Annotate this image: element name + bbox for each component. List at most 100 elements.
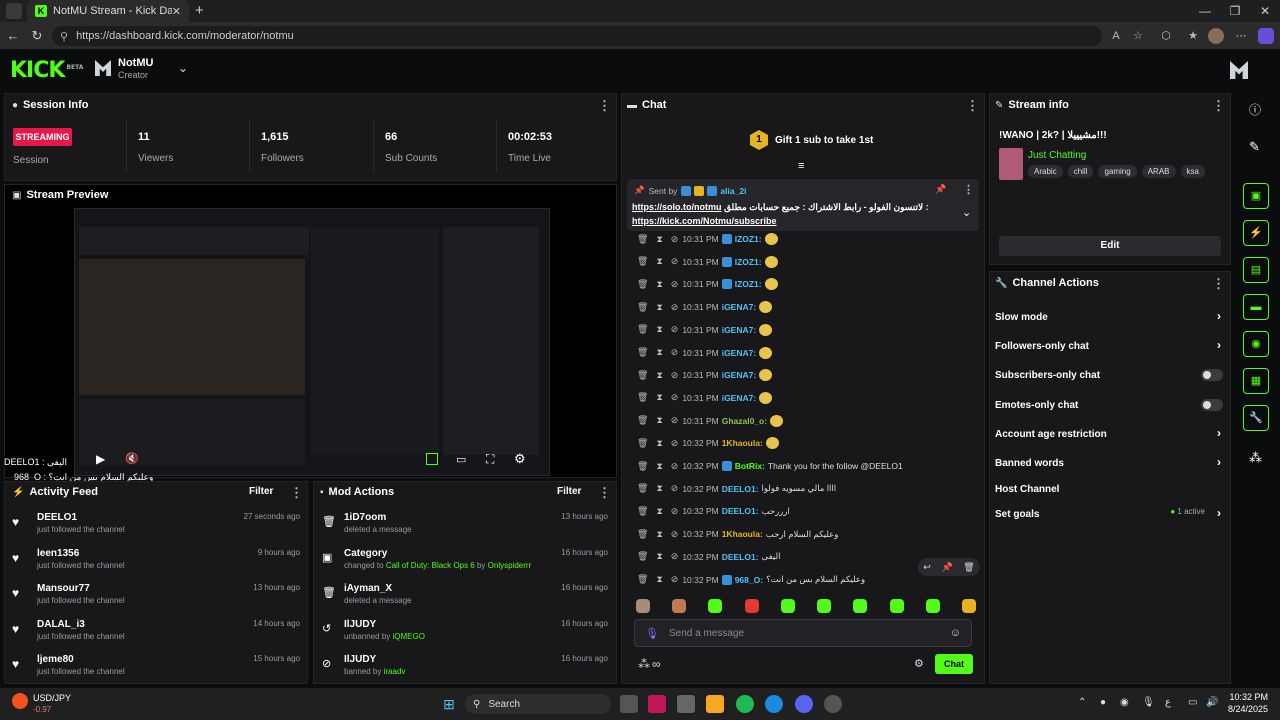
emoji-picker-icon[interactable]: ☺ (950, 627, 961, 639)
back-icon[interactable]: ← (4, 27, 22, 45)
stream-tag[interactable]: gaming (1098, 165, 1137, 178)
channel-actions-menu-icon[interactable]: ⋮ (1212, 276, 1225, 292)
browser-tab[interactable]: K NotMU Stream - Kick Dashboard ✕ (27, 0, 189, 22)
favorites-icon[interactable]: ★ (1185, 28, 1201, 44)
channel-switch-chevron-icon[interactable]: ⌄ (178, 61, 188, 75)
emote-icon[interactable] (672, 599, 687, 613)
stream-tag[interactable]: ARAB (1141, 165, 1176, 178)
delete-icon[interactable]: 🗑 (637, 574, 648, 585)
mod-action-item[interactable]: ↺ IlJUDY unbanned by iQMEGO 16 hours ago (322, 619, 608, 651)
activity-item[interactable]: ♥ ljeme80 just followed the channel 15 hour… (12, 654, 300, 680)
stream-tag[interactable]: ksa (1180, 165, 1205, 178)
send-chat-button[interactable]: Chat (935, 654, 973, 674)
app-icon-gray[interactable] (824, 695, 842, 713)
refresh-icon[interactable]: ↻ (28, 27, 46, 45)
channel-action-item[interactable]: Host Channel (995, 478, 1225, 500)
sidebar-lightning-icon[interactable]: ⚡ (1243, 220, 1269, 246)
channel-action-item[interactable]: Emotes-only chat (995, 394, 1225, 416)
stream-tag[interactable]: chill (1067, 165, 1094, 178)
channel-action-item[interactable]: Slow mode › (995, 306, 1225, 328)
channel-action-item[interactable]: Account age restriction › (995, 423, 1225, 445)
chevron-right-icon[interactable]: › (1217, 455, 1221, 469)
weather-widget-icon[interactable] (12, 693, 28, 709)
extensions-icon[interactable]: ⬡ (1158, 28, 1174, 44)
channel-action-item[interactable]: Banned words › (995, 452, 1225, 474)
delete-icon[interactable]: 🗑 (637, 279, 648, 290)
close-window-icon[interactable]: ✕ (1250, 2, 1280, 20)
ban-icon[interactable]: ⊘ (671, 574, 679, 585)
emote-icon[interactable] (889, 599, 904, 613)
chevron-right-icon[interactable]: › (1217, 426, 1221, 440)
stream-tag[interactable]: Arabic (1028, 165, 1063, 178)
timeout-icon[interactable]: ⧗ (656, 256, 662, 267)
minimize-icon[interactable]: — (1190, 2, 1220, 20)
chat-settings-icon[interactable]: ⚙ (914, 657, 924, 670)
new-tab-icon[interactable]: + (195, 2, 211, 20)
sidebar-apps-icon[interactable]: ⁂ (1249, 450, 1262, 466)
pinned-menu-icon[interactable]: ⋮ (963, 183, 974, 196)
profile-avatar[interactable] (1208, 28, 1224, 44)
channel-action-item[interactable]: Followers-only chat › (995, 335, 1225, 357)
chat-input[interactable]: 🎙 Send a message ☺ (634, 619, 972, 647)
unpin-icon[interactable]: 📌 (935, 184, 946, 195)
ban-icon[interactable]: ⊘ (671, 551, 679, 562)
chat-tools-icon[interactable]: ⁂ (638, 657, 650, 671)
emote-icon[interactable] (780, 599, 795, 613)
timeout-icon[interactable]: ⧗ (656, 551, 662, 562)
chevron-right-icon[interactable]: › (1217, 506, 1221, 520)
spotify-icon[interactable] (736, 695, 754, 713)
timeout-icon[interactable]: ⧗ (656, 574, 662, 585)
microphone-icon[interactable]: 🎙 (645, 627, 659, 640)
pin-message-icon[interactable]: 📌 (941, 562, 952, 573)
app-icon-red[interactable] (648, 695, 666, 713)
emote-icon[interactable] (636, 599, 650, 613)
discord-icon[interactable] (795, 695, 813, 713)
timeout-icon[interactable]: ⧗ (656, 279, 662, 290)
tray-mic-icon[interactable]: 🎙 (1142, 697, 1155, 708)
sidebar-screen-icon[interactable]: ▣ (1243, 183, 1269, 209)
message-user[interactable]: DEELO1: (722, 552, 759, 562)
emote-icon[interactable] (708, 599, 723, 613)
toggle-switch[interactable] (1201, 399, 1223, 411)
ban-icon[interactable]: ⊘ (671, 279, 679, 290)
url-field[interactable]: ⚲ https://dashboard.kick.com/moderator/n… (52, 26, 1102, 46)
sidebar-broadcast-icon[interactable]: ◉ (1243, 331, 1269, 357)
channel-action-item[interactable]: Subscribers-only chat (995, 364, 1225, 386)
sidebar-layout-icon[interactable]: ▦ (1243, 368, 1269, 394)
chat-menu-icon[interactable]: ⋮ (966, 98, 979, 114)
sidebar-wrench-icon[interactable]: 🔧 (1243, 405, 1269, 431)
stream-category[interactable]: Just Chatting (1028, 150, 1086, 161)
infinity-icon[interactable]: ∞ (652, 657, 661, 671)
ban-icon[interactable]: ⊘ (671, 256, 679, 267)
message-user[interactable]: IZOZ1: (735, 234, 762, 244)
volume-icon[interactable]: 🔊 (1206, 697, 1218, 708)
reply-icon[interactable]: ↩ (923, 562, 931, 573)
message-user[interactable]: 968_O: (735, 575, 763, 585)
file-explorer-icon[interactable] (706, 695, 724, 713)
sidebar-document-icon[interactable]: ▤ (1243, 257, 1269, 283)
emote-icon[interactable] (744, 599, 759, 613)
chat-message[interactable]: 🗑 ⧗ ⊘ 10:31 PM IZOZ1: (637, 273, 977, 295)
site-info-icon[interactable]: ⚲ (60, 30, 68, 43)
tray-overflow-icon[interactable]: ⌃ (1078, 697, 1086, 708)
stream-info-menu-icon[interactable]: ⋮ (1212, 98, 1225, 114)
close-tab-icon[interactable]: ✕ (172, 5, 181, 18)
chat-message[interactable]: 🗑 ⧗ ⊘ 10:31 PM IZOZ1: (637, 228, 977, 250)
emote-icon[interactable] (817, 599, 832, 613)
sidebar-edit-icon[interactable]: ✎ (1249, 139, 1260, 155)
emote-icon[interactable] (961, 599, 976, 613)
chat-message[interactable]: 🗑 ⧗ ⊘ 10:31 PM IZOZ1: (637, 251, 977, 273)
tray-app-icon[interactable]: ● (1100, 697, 1106, 708)
favorite-star-icon[interactable]: ☆ (1130, 28, 1146, 44)
copilot-icon[interactable] (1258, 28, 1274, 44)
ban-icon[interactable]: ⊘ (671, 234, 679, 245)
gift-leaderboard-text[interactable]: Gift 1 sub to take 1st (775, 135, 873, 146)
sidebar-chat-icon[interactable]: ▬ (1243, 294, 1269, 320)
activity-item[interactable]: ♥ DALAL_i3 just followed the channel 14 hou… (12, 619, 300, 651)
tab-actions-icon[interactable] (6, 3, 22, 19)
network-icon[interactable]: ▭ (1188, 697, 1197, 708)
expand-leaderboard-icon[interactable]: ≡ (798, 160, 804, 172)
ticker-name[interactable]: USD/JPY (33, 693, 71, 703)
windows-start-icon[interactable]: ⊞ (440, 695, 458, 713)
message-user[interactable]: IZOZ1: (735, 257, 762, 267)
